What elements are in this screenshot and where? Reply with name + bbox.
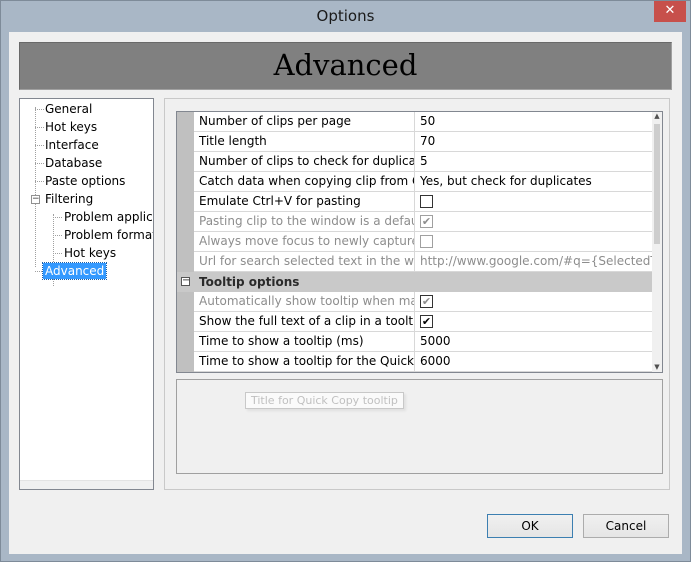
property-value (415, 192, 652, 212)
full-text-tooltip-checkbox[interactable]: ✔ (420, 315, 433, 328)
category-tooltip-options[interactable]: − Tooltip options (177, 272, 652, 292)
grid-row-catch-data[interactable]: Catch data when copying clip from Clipdi… (194, 172, 652, 192)
tree-item-advanced[interactable]: Advanced (41, 262, 108, 280)
dialog-client: Advanced General Hot keys Interface Data… (9, 32, 682, 554)
tree-item-interface[interactable]: Interface (43, 137, 101, 153)
property-value[interactable]: Yes, but check for duplicates (415, 172, 652, 192)
property-value[interactable]: 5 (415, 152, 652, 172)
tree-item-general[interactable]: General (43, 101, 94, 117)
property-grid[interactable]: Number of clips per page 50 Title length… (176, 111, 663, 373)
property-name: Url for search selected text in the web (194, 252, 415, 272)
grid-row-search-url[interactable]: Url for search selected text in the web … (194, 252, 652, 272)
property-name: Title length (194, 132, 415, 152)
property-value[interactable]: 50 (415, 112, 652, 132)
tree-item-problem-applications[interactable]: Problem applicat (62, 209, 153, 225)
tooltip-preview: Title for Quick Copy tooltip (245, 392, 404, 409)
property-value[interactable]: http://www.google.com/#q={SelectedText} (415, 252, 652, 272)
property-name: Time to show a tooltip for the Quick Cop… (194, 352, 415, 372)
property-name: Time to show a tooltip (ms) (194, 332, 415, 352)
property-value: ✔ (415, 212, 652, 232)
tree-item-filter-hot-keys[interactable]: Hot keys (62, 245, 118, 261)
tree-item-paste-options[interactable]: Paste options (43, 173, 127, 189)
property-value: ✔ (415, 292, 652, 312)
grid-row-pasting-default[interactable]: Pasting clip to the window is a default … (194, 212, 652, 232)
property-name: Pasting clip to the window is a default … (194, 212, 415, 232)
scroll-down-icon[interactable]: ▼ (652, 363, 662, 372)
cancel-button[interactable]: Cancel (583, 514, 669, 538)
move-focus-checkbox[interactable] (420, 235, 433, 248)
grid-vertical-scrollbar[interactable]: ▲ ▼ (652, 112, 662, 372)
tree-item-database[interactable]: Database (43, 155, 104, 171)
tree-horizontal-scrollbar[interactable] (20, 480, 153, 489)
scroll-thumb[interactable] (654, 124, 660, 244)
grid-row-clips-per-page[interactable]: Number of clips per page 50 (194, 112, 652, 132)
property-value[interactable]: 6000 (415, 352, 652, 372)
title-bar: Options ✕ (1, 1, 690, 32)
scroll-up-icon[interactable]: ▲ (652, 112, 662, 121)
grid-gutter (177, 112, 194, 372)
property-value[interactable]: 5000 (415, 332, 652, 352)
grid-row-full-text-tooltip[interactable]: Show the full text of a clip in a toolti… (194, 312, 652, 332)
pasting-default-checkbox[interactable]: ✔ (420, 215, 433, 228)
property-name: Catch data when copying clip from Clipdi… (194, 172, 415, 192)
emulate-ctrl-v-checkbox[interactable] (420, 195, 433, 208)
tree-item-filtering[interactable]: Filtering (43, 191, 95, 207)
property-name: Automatically show tooltip when main win… (194, 292, 415, 312)
tree-item-hot-keys[interactable]: Hot keys (43, 119, 99, 135)
window-title: Options (316, 7, 375, 25)
property-value (415, 232, 652, 252)
tree-connector (53, 235, 62, 236)
property-name: Number of clips to check for duplicate (194, 152, 415, 172)
category-label: Tooltip options (199, 275, 300, 289)
grid-row-duplicate-check[interactable]: Number of clips to check for duplicate 5 (194, 152, 652, 172)
grid-row-move-focus[interactable]: Always move focus to newly captured clip (194, 232, 652, 252)
property-name: Show the full text of a clip in a toolti… (194, 312, 415, 332)
grid-row-title-length[interactable]: Title length 70 (194, 132, 652, 152)
options-window: Options ✕ Advanced General Hot keys Inte… (0, 0, 691, 562)
grid-row-tooltip-time[interactable]: Time to show a tooltip (ms) 5000 (194, 332, 652, 352)
tree-item-problem-formats[interactable]: Problem formats (62, 227, 153, 243)
auto-show-tooltip-checkbox[interactable]: ✔ (420, 295, 433, 308)
close-icon: ✕ (664, 3, 676, 18)
tree-connector (53, 217, 62, 218)
close-button[interactable]: ✕ (654, 1, 686, 22)
tree-connector (53, 253, 62, 254)
property-value: ✔ (415, 312, 652, 332)
grid-row-quick-copy-tooltip-time[interactable]: Time to show a tooltip for the Quick Cop… (194, 352, 652, 372)
collapse-icon[interactable]: − (181, 276, 190, 286)
property-name: Emulate Ctrl+V for pasting (194, 192, 415, 212)
ok-button[interactable]: OK (487, 514, 573, 538)
tree-connector (35, 107, 36, 267)
property-name: Always move focus to newly captured clip (194, 232, 415, 252)
description-area: Title for Quick Copy tooltip (176, 379, 663, 474)
collapse-icon[interactable]: − (31, 195, 40, 204)
options-tree[interactable]: General Hot keys Interface Database Past… (19, 98, 154, 490)
page-title: Advanced (273, 48, 418, 82)
property-value[interactable]: 70 (415, 132, 652, 152)
property-name: Number of clips per page (194, 112, 415, 132)
grid-row-auto-show-tooltip[interactable]: Automatically show tooltip when main win… (194, 292, 652, 312)
grid-row-emulate-ctrl-v[interactable]: Emulate Ctrl+V for pasting (194, 192, 652, 212)
settings-panel: Number of clips per page 50 Title length… (164, 98, 670, 490)
page-banner: Advanced (19, 42, 672, 90)
